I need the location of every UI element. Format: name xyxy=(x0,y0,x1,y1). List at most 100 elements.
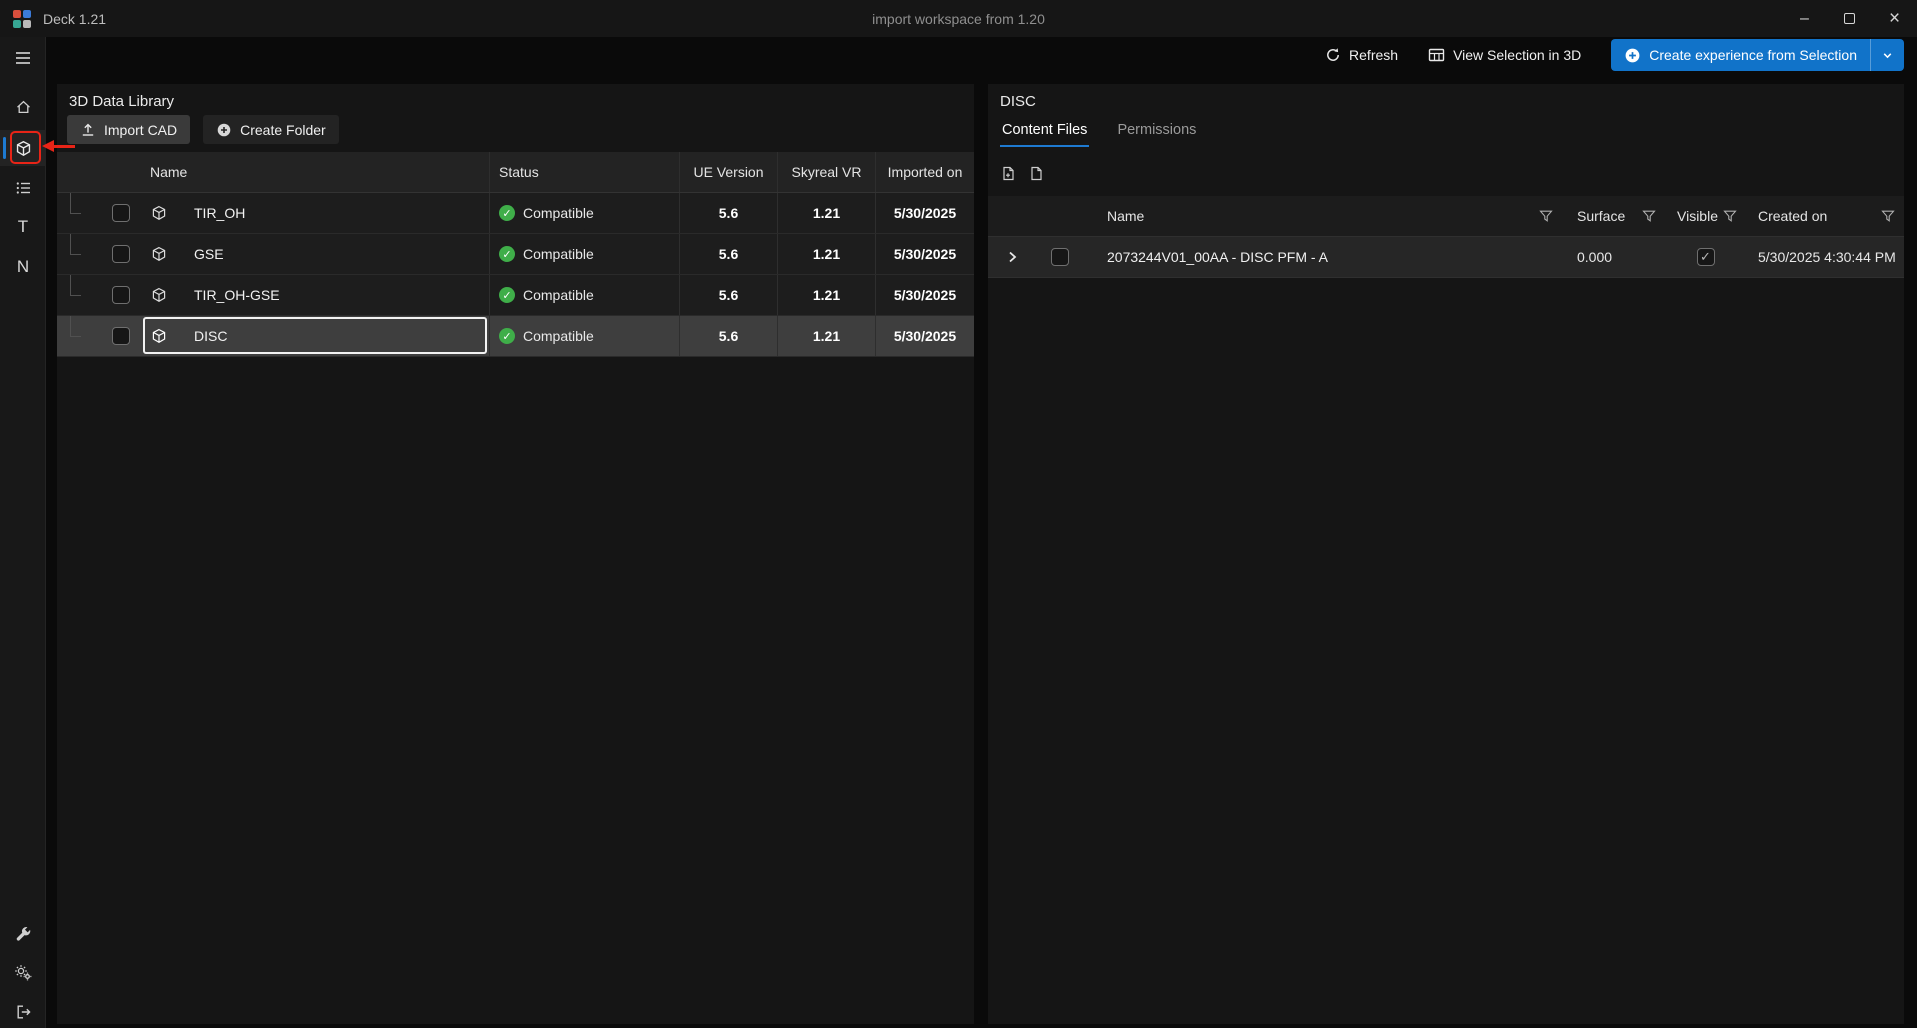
status-label: Compatible xyxy=(523,328,594,344)
app-logo-icon xyxy=(13,10,31,28)
column-header-imported-on[interactable]: Imported on xyxy=(875,152,974,192)
cad-model-icon xyxy=(151,205,167,221)
cad-model-icon xyxy=(151,287,167,303)
column-header-created-on[interactable]: Created on xyxy=(1758,208,1827,224)
row-name: TIR_OH xyxy=(194,205,245,221)
column-header-name[interactable]: Name xyxy=(1107,208,1144,224)
home-icon xyxy=(15,99,32,115)
status-compatible-icon xyxy=(499,246,515,262)
status-compatible-icon xyxy=(499,205,515,221)
tree-connector xyxy=(70,193,81,214)
status-compatible-icon xyxy=(499,287,515,303)
annotation-arrow xyxy=(54,145,75,148)
filter-icon[interactable] xyxy=(1642,210,1656,223)
maximize-button[interactable] xyxy=(1827,0,1872,37)
imported-on-value: 5/30/2025 xyxy=(875,234,974,274)
upload-icon xyxy=(80,122,96,138)
skyreal-vr-value: 1.21 xyxy=(777,234,875,274)
hamburger-icon xyxy=(14,50,32,66)
list-icon xyxy=(15,180,32,196)
refresh-button[interactable]: Refresh xyxy=(1325,47,1398,63)
column-header-name[interactable]: Name xyxy=(57,152,489,192)
column-header-status[interactable]: Status xyxy=(489,152,679,192)
skyreal-vr-value: 1.21 xyxy=(777,193,875,233)
import-cad-button[interactable]: Import CAD xyxy=(67,115,190,144)
sidebar-item-t[interactable]: T xyxy=(0,209,46,245)
visible-checkbox[interactable] xyxy=(1697,248,1715,266)
sidebar-item-home[interactable] xyxy=(0,89,46,125)
status-compatible-icon xyxy=(499,328,515,344)
content-files-table: Name Surface Visible Created on xyxy=(988,196,1904,278)
table-row-disc-selected[interactable]: DISC Compatible 5.6 1.21 5/30/2025 xyxy=(57,316,974,357)
plus-circle-icon xyxy=(1624,47,1641,64)
detail-tabs: Content Files Permissions xyxy=(1000,122,1198,147)
view-selection-3d-button[interactable]: View Selection in 3D xyxy=(1428,47,1581,63)
tree-connector xyxy=(70,234,81,255)
content-file-row[interactable]: 2073244V01_00AA - DISC PFM - A 0.000 5/3… xyxy=(988,237,1904,278)
ue-version-value: 5.6 xyxy=(679,234,777,274)
selected-indicator xyxy=(3,137,6,159)
add-file-icon xyxy=(1001,166,1015,181)
create-experience-label: Create experience from Selection xyxy=(1649,47,1857,63)
sidebar-item-sign-out[interactable] xyxy=(0,994,46,1028)
close-button[interactable]: × xyxy=(1872,0,1917,37)
imported-on-value: 5/30/2025 xyxy=(875,193,974,233)
row-checkbox[interactable] xyxy=(112,286,130,304)
filter-icon[interactable] xyxy=(1723,210,1737,223)
content-file-button[interactable] xyxy=(1029,166,1043,181)
column-header-skyreal-vr[interactable]: Skyreal VR xyxy=(777,152,875,192)
column-header-ue-version[interactable]: UE Version xyxy=(679,152,777,192)
ue-version-value: 5.6 xyxy=(679,316,777,356)
chevron-down-icon xyxy=(1880,48,1895,63)
filter-icon[interactable] xyxy=(1539,210,1553,223)
file-icon xyxy=(1029,166,1043,181)
row-name: DISC xyxy=(194,328,227,344)
table-row-gse[interactable]: GSE Compatible 5.6 1.21 5/30/2025 xyxy=(57,234,974,275)
ue-version-value: 5.6 xyxy=(679,275,777,315)
sidebar-item-n[interactable]: N xyxy=(0,249,46,285)
tab-content-files[interactable]: Content Files xyxy=(1000,122,1089,147)
sidebar-item-tools[interactable] xyxy=(0,915,46,951)
sidebar-item-list[interactable] xyxy=(0,170,46,206)
filter-icon[interactable] xyxy=(1881,210,1895,223)
sidebar-item-settings[interactable] xyxy=(0,954,46,990)
table-row-tir-oh-gse[interactable]: TIR_OH-GSE Compatible 5.6 1.21 5/30/2025 xyxy=(57,275,974,316)
titlebar: Deck 1.21 import workspace from 1.20 – × xyxy=(0,0,1917,37)
tree-connector xyxy=(70,316,81,337)
plus-circle-icon xyxy=(216,122,232,138)
row-name: TIR_OH-GSE xyxy=(194,287,280,303)
app-title: Deck 1.21 xyxy=(43,11,106,27)
table-row-tir-oh[interactable]: TIR_OH Compatible 5.6 1.21 5/30/2025 xyxy=(57,193,974,234)
row-checkbox[interactable] xyxy=(112,204,130,222)
create-experience-dropdown-button[interactable] xyxy=(1870,39,1904,71)
column-header-visible[interactable]: Visible xyxy=(1677,208,1718,224)
surface-value: 0.000 xyxy=(1565,249,1665,265)
status-label: Compatible xyxy=(523,246,594,262)
create-experience-button[interactable]: Create experience from Selection xyxy=(1611,39,1870,71)
expand-row-button[interactable] xyxy=(988,249,1036,265)
library-actions: Import CAD Create Folder xyxy=(67,115,339,144)
gears-icon xyxy=(14,964,32,981)
wrench-icon xyxy=(15,925,32,942)
refresh-label: Refresh xyxy=(1349,47,1398,63)
file-actions xyxy=(1001,166,1043,181)
tab-permissions[interactable]: Permissions xyxy=(1115,122,1198,147)
imported-on-value: 5/30/2025 xyxy=(875,316,974,356)
library-panel: 3D Data Library Import CAD Create Folder… xyxy=(57,84,974,1024)
create-folder-button[interactable]: Create Folder xyxy=(203,115,339,144)
sign-out-icon xyxy=(15,1004,32,1020)
add-content-file-button[interactable] xyxy=(1001,166,1015,181)
maximize-icon xyxy=(1844,13,1855,24)
row-checkbox[interactable] xyxy=(1051,248,1069,266)
row-checkbox[interactable] xyxy=(112,327,130,345)
library-table-header: Name Status UE Version Skyreal VR Import… xyxy=(57,152,974,193)
cad-model-icon xyxy=(151,246,167,262)
column-header-surface[interactable]: Surface xyxy=(1577,208,1625,224)
hamburger-menu-button[interactable] xyxy=(0,40,46,76)
row-checkbox[interactable] xyxy=(112,245,130,263)
window-controls: – × xyxy=(1782,0,1917,37)
chevron-right-icon xyxy=(1004,249,1020,265)
minimize-button[interactable]: – xyxy=(1782,0,1827,37)
row-name: GSE xyxy=(194,246,224,262)
library-panel-title: 3D Data Library xyxy=(69,93,174,110)
